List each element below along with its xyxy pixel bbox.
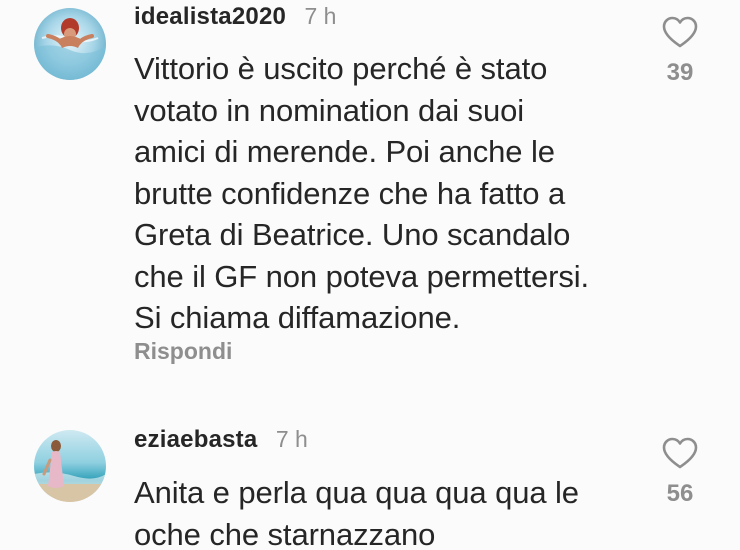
comments-screen: idealista2020 7 h Vittorio è uscito perc… (0, 0, 740, 550)
like-count: 39 (666, 59, 694, 86)
comment-text-line: amici di merende. Poi anche le (134, 134, 555, 169)
comment-time: 7 h (304, 3, 337, 29)
comment-text-line: oche che starnazzano (134, 516, 436, 550)
comment-header: idealista2020 7 h (134, 3, 336, 31)
username[interactable]: idealista2020 (134, 3, 286, 30)
comment-text-line: votato in nomination dai suoi (134, 92, 525, 128)
comment-text: Anita e perla qua qua qua qua le oche ch… (134, 472, 634, 550)
comment-time: 7 h (275, 426, 308, 452)
username[interactable]: eziaebasta (134, 426, 257, 453)
heart-outline-icon[interactable] (661, 436, 699, 470)
comment-text-line: Si chiama diffamazione. (134, 300, 461, 335)
avatar[interactable] (34, 430, 106, 502)
comment-text-line: che il GF non poteva permettersi. (134, 258, 590, 294)
avatar-beach-woman-icon (34, 430, 106, 502)
heart-outline-icon[interactable] (661, 15, 699, 49)
comment-text-line: Vittorio è uscito perché è stato (134, 51, 548, 86)
like-count: 56 (666, 480, 694, 507)
reply-button[interactable]: Rispondi (134, 338, 232, 365)
avatar[interactable] (34, 8, 106, 80)
comment-text-line: Anita e perla qua qua qua qua le (134, 475, 579, 510)
avatar-swimmer-icon (34, 8, 106, 80)
comment-text-line: Greta di Beatrice. Uno scandalo (134, 217, 571, 252)
comment-header: eziaebasta 7 h (134, 426, 308, 454)
comment-text-line: brutte confidenze che ha fatto a (134, 175, 566, 211)
comment-text: Vittorio è uscito perché è stato votato … (134, 48, 634, 339)
